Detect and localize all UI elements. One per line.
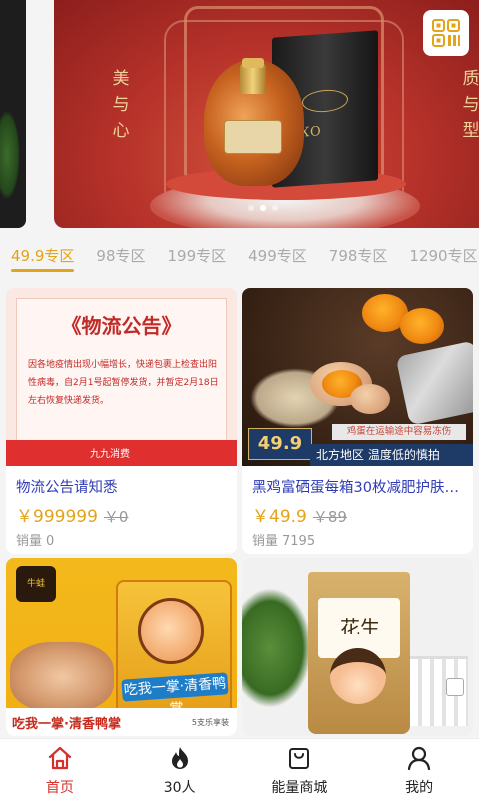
bottom-navigation: 首页 30人 能量商城 我的 bbox=[0, 738, 479, 799]
user-icon bbox=[408, 746, 431, 771]
nav-home-label: 首页 bbox=[45, 780, 74, 796]
sales-count: 7195 bbox=[282, 534, 316, 549]
bottle-label bbox=[224, 120, 282, 154]
price-tag: 49.9 bbox=[248, 428, 312, 460]
notice-body: 因各地疫情出现小幅增长，快递包裹上检查出阳性病毒，自2月1号起暂停发货，并暂定2… bbox=[28, 360, 219, 406]
brand-logo: 牛蛙 bbox=[16, 566, 56, 602]
egg-yolk bbox=[400, 308, 444, 344]
product-card[interactable]: 花生 bbox=[242, 558, 473, 736]
product-image[interactable]: 《物流公告》 因各地疫情出现小幅增长，快递包裹上检查出阳性病毒，自2月1号起暂停… bbox=[6, 288, 237, 466]
plant-decoration bbox=[0, 110, 20, 200]
tab-98[interactable]: 98专区 bbox=[85, 240, 156, 278]
carousel-dot[interactable] bbox=[248, 205, 254, 211]
duck-feet bbox=[10, 642, 114, 712]
image-caption: 吃我一掌·清香鸭掌 bbox=[12, 716, 121, 732]
bag-name: 花生 bbox=[340, 616, 380, 634]
category-tabs: 49.9专区 98专区 199专区 499专区 798专区 1290专区 bbox=[0, 240, 479, 280]
shopping-bag-icon bbox=[289, 748, 310, 769]
sales-count: 0 bbox=[46, 534, 55, 549]
product-price: ￥999999 bbox=[16, 507, 98, 527]
qr-code-button[interactable] bbox=[423, 10, 469, 56]
nav-profile[interactable]: 我的 bbox=[359, 739, 479, 799]
brand-badge-icon bbox=[302, 88, 348, 114]
product-sales: 销量 0 bbox=[16, 534, 55, 549]
product-bag: 花生 bbox=[308, 572, 410, 734]
banner-right-text: 质 与 型 bbox=[462, 69, 479, 141]
home-icon bbox=[48, 746, 71, 770]
product-name[interactable]: 物流公告请知悉 bbox=[6, 466, 237, 498]
notice-title: 《物流公告》 bbox=[61, 314, 182, 338]
notice-logo: 九九消费 bbox=[90, 449, 130, 460]
product-prices: ￥999999 ￥0 bbox=[6, 498, 237, 527]
carousel-indicators bbox=[248, 205, 278, 211]
dice-decoration bbox=[446, 678, 464, 696]
tab-798[interactable]: 798专区 bbox=[318, 240, 399, 278]
plant-decoration bbox=[242, 588, 312, 708]
product-card[interactable]: 牛蛙 吃我一掌·清香鸭掌 吃我一掌·清香鸭掌 5支乐享装 bbox=[6, 558, 237, 736]
frost-warning: 鸡蛋在运输途中容易冻伤 bbox=[332, 424, 466, 440]
product-card[interactable]: 《物流公告》 因各地疫情出现小幅增长，快递包裹上检查出阳性病毒，自2月1号起暂停… bbox=[6, 288, 237, 554]
tab-499[interactable]: 499专区 bbox=[237, 240, 318, 278]
banner-carousel[interactable]: 美 与 心 质 与 型 XO bbox=[0, 0, 479, 232]
product-original-price: ￥0 bbox=[103, 508, 129, 526]
product-original-price: ￥89 bbox=[312, 508, 347, 526]
nav-energy-mall[interactable]: 能量商城 bbox=[240, 739, 360, 799]
carousel-dot-active[interactable] bbox=[260, 205, 266, 211]
cartoon-girl bbox=[330, 648, 386, 704]
banner-slide-liquor[interactable]: 美 与 心 质 与 型 XO bbox=[54, 0, 479, 228]
nav-group[interactable]: 30人 bbox=[120, 739, 240, 799]
product-prices: ￥49.9 ￥89 bbox=[242, 498, 473, 527]
product-card[interactable]: 49.9 鸡蛋在运输途中容易冻伤 北方地区 温度低的慎拍 黑鸡富硒蛋每箱30枚减… bbox=[242, 288, 473, 554]
qr-code-icon bbox=[432, 19, 460, 47]
product-image[interactable]: 49.9 鸡蛋在运输途中容易冻伤 北方地区 温度低的慎拍 bbox=[242, 288, 473, 466]
carousel-dot[interactable] bbox=[272, 205, 278, 211]
nav-energy-mall-label: 能量商城 bbox=[271, 780, 328, 796]
banner-left-text: 美 与 心 bbox=[112, 69, 130, 141]
tab-199[interactable]: 199专区 bbox=[157, 240, 238, 278]
nav-home[interactable]: 首页 bbox=[0, 739, 120, 799]
product-name[interactable]: 黑鸡富硒蛋每箱30枚减肥护肤营养早餐 bbox=[242, 466, 473, 498]
egg-shell bbox=[350, 384, 390, 414]
tab-49-9[interactable]: 49.9专区 bbox=[0, 240, 85, 278]
region-warning: 北方地区 温度低的慎拍 bbox=[310, 444, 473, 466]
tab-1290[interactable]: 1290专区 bbox=[398, 240, 479, 278]
product-image[interactable]: 牛蛙 吃我一掌·清香鸭掌 吃我一掌·清香鸭掌 5支乐享装 bbox=[6, 558, 237, 736]
product-price: ￥49.9 bbox=[252, 507, 307, 527]
product-sales: 销量 7195 bbox=[252, 534, 316, 549]
pack-size: 5支乐享装 bbox=[191, 717, 229, 727]
nav-profile-label: 我的 bbox=[405, 780, 434, 796]
mascot-character bbox=[138, 598, 204, 664]
nav-group-label: 30人 bbox=[163, 780, 196, 796]
fire-icon bbox=[171, 747, 188, 769]
banner-prev-slide[interactable] bbox=[0, 0, 26, 228]
product-image[interactable]: 花生 bbox=[242, 558, 473, 736]
